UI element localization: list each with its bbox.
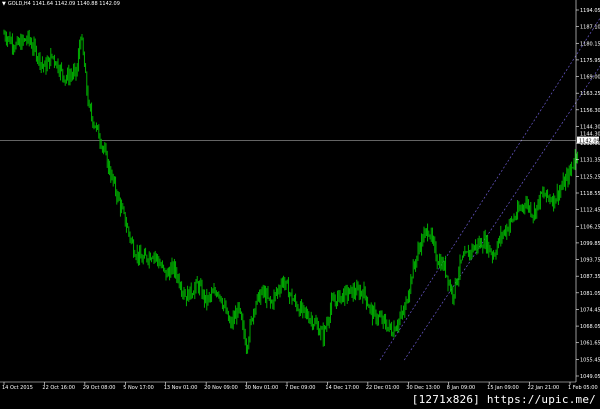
chart-window[interactable]: 1194.05 1187.10 1180.15 1175.95 1169.00 1163.… [0, 0, 600, 409]
price-tick-label: 1156.30 [580, 108, 600, 114]
candles[interactable] [3, 29, 579, 355]
time-tick-label: 5 Nov 17:00 [123, 385, 154, 391]
time-tick-label: 8 Jan 09:00 [447, 385, 475, 391]
price-tick-label: 1099.85 [580, 241, 600, 247]
price-tick-label: 1169.00 [580, 75, 600, 81]
price-tick-label: 1118.55 [580, 191, 600, 197]
price-tick-label: 1068.05 [580, 324, 600, 330]
time-tick-label: 30 Nov 01:00 [245, 385, 279, 391]
price-tick-label: 1131.35 [580, 158, 600, 164]
price-tick-label: 1187.10 [580, 25, 600, 31]
time-tick-label: 22 Dec 01:00 [366, 385, 400, 391]
current-price-badge: 1142.09 [579, 139, 600, 145]
price-chart[interactable]: 1194.05 1187.10 1180.15 1175.95 1169.00 1163.… [0, 0, 600, 409]
time-tick-label: 22 Jan 21:00 [528, 385, 560, 391]
channel-line-lower [403, 65, 600, 361]
price-tick-label: 1074.45 [580, 307, 600, 313]
time-tick-label: 15 Jan 09:00 [487, 385, 519, 391]
price-tick-label: 1194.05 [580, 8, 600, 14]
chart-title: GOLD,H4 1141.64 1142.09 1140.88 1142.09 [7, 1, 120, 7]
time-tick-label: 20 Nov 09:00 [204, 385, 238, 391]
price-tick-label: 1180.15 [580, 41, 600, 47]
price-tick-label: 1055.45 [580, 357, 600, 363]
time-tick-label: 14 Dec 17:00 [325, 385, 359, 391]
price-tick-label: 1106.25 [580, 224, 600, 230]
price-axis[interactable]: 1194.05 1187.10 1180.15 1175.95 1169.00 1163.… [576, 8, 600, 380]
time-tick-label: 14 Oct 2015 [2, 385, 33, 391]
price-tick-label: 1112.45 [580, 208, 600, 214]
time-tick-label: 1 Feb 05:00 [568, 385, 598, 391]
triangle-down-icon: ▼ [2, 1, 6, 7]
watermark: [1271x826] https://upic.me/ [411, 393, 596, 406]
price-tick-label: 1061.65 [580, 341, 600, 347]
price-tick-label: 1163.25 [580, 91, 600, 97]
price-tick-label: 1049.05 [580, 374, 600, 380]
channel-line-upper [379, 17, 600, 361]
time-tick-label: 29 Oct 08:00 [83, 385, 116, 391]
symbol-info: ▼ GOLD,H4 1141.64 1142.09 1140.88 1142.09 [2, 1, 120, 7]
price-tick-label: 1175.95 [580, 58, 600, 64]
price-tick-label: 1125.25 [580, 174, 600, 180]
price-tick-label: 1087.35 [580, 274, 600, 280]
channel-lines[interactable] [379, 2, 600, 361]
time-axis[interactable]: 14 Oct 2015 22 Oct 16:00 29 Oct 08:00 5 Nov… [2, 382, 598, 391]
time-tick-label: 13 Nov 01:00 [164, 385, 198, 391]
price-tick-label: 1081.05 [580, 291, 600, 297]
price-tick-label: 1144.30 [580, 124, 600, 130]
price-tick-label: 1093.75 [580, 258, 600, 264]
time-tick-label: 7 Dec 09:00 [285, 385, 315, 391]
time-tick-label: 30 Dec 13:00 [406, 385, 440, 391]
time-tick-label: 22 Oct 16:00 [42, 385, 75, 391]
